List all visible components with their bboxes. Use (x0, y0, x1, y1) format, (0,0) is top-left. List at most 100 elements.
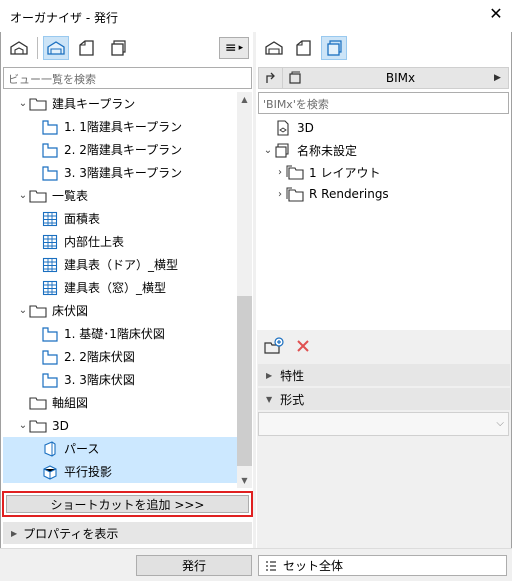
tree-row-label: 3. 3階建具キープラン (64, 166, 183, 180)
tree-row-label: 面積表 (64, 212, 101, 226)
tree-row-label: 床伏図 (52, 304, 89, 318)
window-title: オーガナイザ - 発行 (10, 11, 118, 25)
expand-triangle-icon: ▶ (11, 528, 18, 538)
delete-x-icon (297, 340, 309, 352)
tree-row[interactable]: パース (3, 437, 237, 460)
set-actions (263, 337, 311, 358)
tree-chevron-icon[interactable]: ⌄ (17, 190, 29, 201)
publisher-tree-row-label: 1 レイアウト (309, 165, 381, 180)
tree-chevron-icon[interactable]: ⌄ (17, 420, 29, 431)
folder-icon (29, 303, 47, 319)
set-search-input[interactable]: 'BIMx'を検索 (258, 92, 509, 114)
project-map-button[interactable] (6, 36, 32, 60)
floor-plan-icon (41, 165, 59, 181)
tree-row[interactable]: 建具表（ドア）_横型 (3, 253, 237, 276)
publisher-tree-row[interactable]: › 1 レイアウト (260, 161, 380, 183)
tree-row[interactable]: 3. 3階建具キープラン (3, 161, 237, 184)
view-tree: ⌄ 建具キープラン 1. 1階建具キープラン 2. 2階建具キープラン 3. 3階建具キ… (3, 92, 237, 488)
set-next-arrow-icon[interactable]: ▶ (494, 73, 508, 83)
folder-icon (29, 418, 47, 434)
triangle-right-icon: ▸ (238, 43, 244, 53)
tree-chevron-icon[interactable]: › (274, 167, 286, 178)
set-type-icon (283, 71, 307, 85)
add-shortcut-highlight: ショートカットを追加 >>> (2, 491, 253, 517)
tree-row[interactable]: 内部仕上表 (3, 230, 237, 253)
close-button[interactable]: ✕ (487, 5, 505, 23)
toolbar-separator (37, 37, 38, 59)
publisher-tree-row[interactable]: ⌄ 名称未設定 (260, 139, 357, 161)
right-publisher-sets-button[interactable] (321, 36, 347, 60)
tree-row[interactable]: ⌄ 3D (3, 414, 237, 437)
tree-row-label: 軸組図 (52, 396, 89, 410)
tree-row-label: 3. 3階床伏図 (64, 373, 135, 387)
format-dropdown[interactable]: ⌵ (258, 412, 509, 436)
new-folder-button[interactable] (263, 337, 285, 358)
tree-row[interactable]: ⌄ 床伏図 (3, 299, 237, 322)
tree-row-label: パース (64, 442, 100, 456)
tree-row[interactable]: ⌄ 一覧表 (3, 184, 237, 207)
tree-row[interactable]: 2. 2階建具キープラン (3, 138, 237, 161)
layout-folder-icon (286, 164, 304, 180)
tree-chevron-icon[interactable]: ⌄ (17, 98, 29, 109)
tree-row[interactable]: 3. 3階床伏図 (3, 368, 237, 391)
publisher-tree-row[interactable]: 3D (260, 117, 314, 139)
options-menu-button[interactable]: ≡ ▸ (219, 37, 249, 59)
right-lower-panel (257, 330, 511, 548)
show-properties-label: プロパティを表示 (23, 526, 119, 541)
publisher-tree-row-label: 3D (297, 121, 314, 135)
right-toolbar (261, 36, 347, 60)
floor-plan-icon (41, 119, 59, 135)
publish-scope-label: セット全体 (283, 559, 344, 573)
layout-book-button[interactable] (74, 36, 100, 60)
scrollbar-thumb[interactable] (237, 296, 252, 466)
publisher-sets-button[interactable] (105, 36, 131, 60)
floor-plan-icon (41, 142, 59, 158)
tree-row-label: 00 カメラ (64, 486, 119, 488)
delete-button[interactable] (295, 338, 311, 357)
publish-scope-select[interactable]: セット全体 (258, 555, 507, 576)
layout-book-icon (79, 40, 94, 56)
schedule-icon (41, 211, 59, 227)
tree-chevron-icon[interactable]: › (274, 189, 286, 200)
scroll-down-arrow-icon[interactable]: ▼ (237, 473, 252, 488)
folder-icon (29, 395, 47, 411)
project-map-icon (10, 41, 28, 55)
set-up-button[interactable] (259, 68, 283, 88)
tree-row[interactable]: 平行投影 (3, 460, 237, 483)
tree-row-label: 一覧表 (52, 189, 89, 203)
publish-button[interactable]: 発行 (136, 555, 252, 576)
tree-row[interactable]: 1. 1階建具キープラン (3, 115, 237, 138)
scroll-up-arrow-icon[interactable]: ▲ (237, 92, 252, 107)
tree-row[interactable]: 面積表 (3, 207, 237, 230)
tree-row[interactable]: 1. 基礎･1階床伏図 (3, 322, 237, 345)
tree-row-label: 建具表（窓）_横型 (64, 281, 167, 295)
tree-row[interactable]: 軸組図 (3, 391, 237, 414)
tree-row[interactable]: ⌄ 建具キープラン (3, 92, 237, 115)
add-shortcut-button[interactable]: ショートカットを追加 >>> (6, 495, 249, 513)
schedule-icon (41, 234, 59, 250)
show-properties-toggle[interactable]: ▶ プロパティを表示 (3, 522, 252, 544)
schedule-icon (41, 257, 59, 273)
tree-chevron-icon[interactable]: ⌄ (17, 305, 29, 316)
tree-row[interactable]: 00 カメラ (3, 483, 237, 488)
publisher-tree-row-label: 名称未設定 (297, 143, 358, 158)
publisher-tree-row-label: R Renderings (309, 187, 389, 201)
tree-row[interactable]: 2. 2階床伏図 (3, 345, 237, 368)
view-search-input[interactable]: ビュー一覧を検索 (3, 67, 252, 89)
left-toolbar (6, 36, 131, 60)
tree-row[interactable]: 建具表（窓）_横型 (3, 276, 237, 299)
view-map-button[interactable] (43, 36, 69, 60)
tree-row-label: 平行投影 (64, 465, 113, 479)
right-view-map-button[interactable] (261, 36, 287, 60)
tree-row-label: 建具表（ドア）_横型 (64, 258, 179, 272)
tree-chevron-icon[interactable]: ⌄ (262, 145, 274, 156)
right-layout-book-button[interactable] (291, 36, 317, 60)
arrow-up-right-icon (265, 72, 275, 83)
list-icon (266, 560, 276, 571)
publisher-set-selector[interactable]: BIMx ▶ (258, 67, 509, 89)
properties-section-label: 特性 (280, 368, 305, 383)
panel-splitter[interactable] (253, 32, 256, 548)
publisher-tree-row[interactable]: › R Renderings (260, 183, 389, 205)
properties-section-header[interactable]: ▶ 特性 (258, 364, 510, 386)
format-section-header[interactable]: ▼ 形式 (258, 388, 510, 410)
